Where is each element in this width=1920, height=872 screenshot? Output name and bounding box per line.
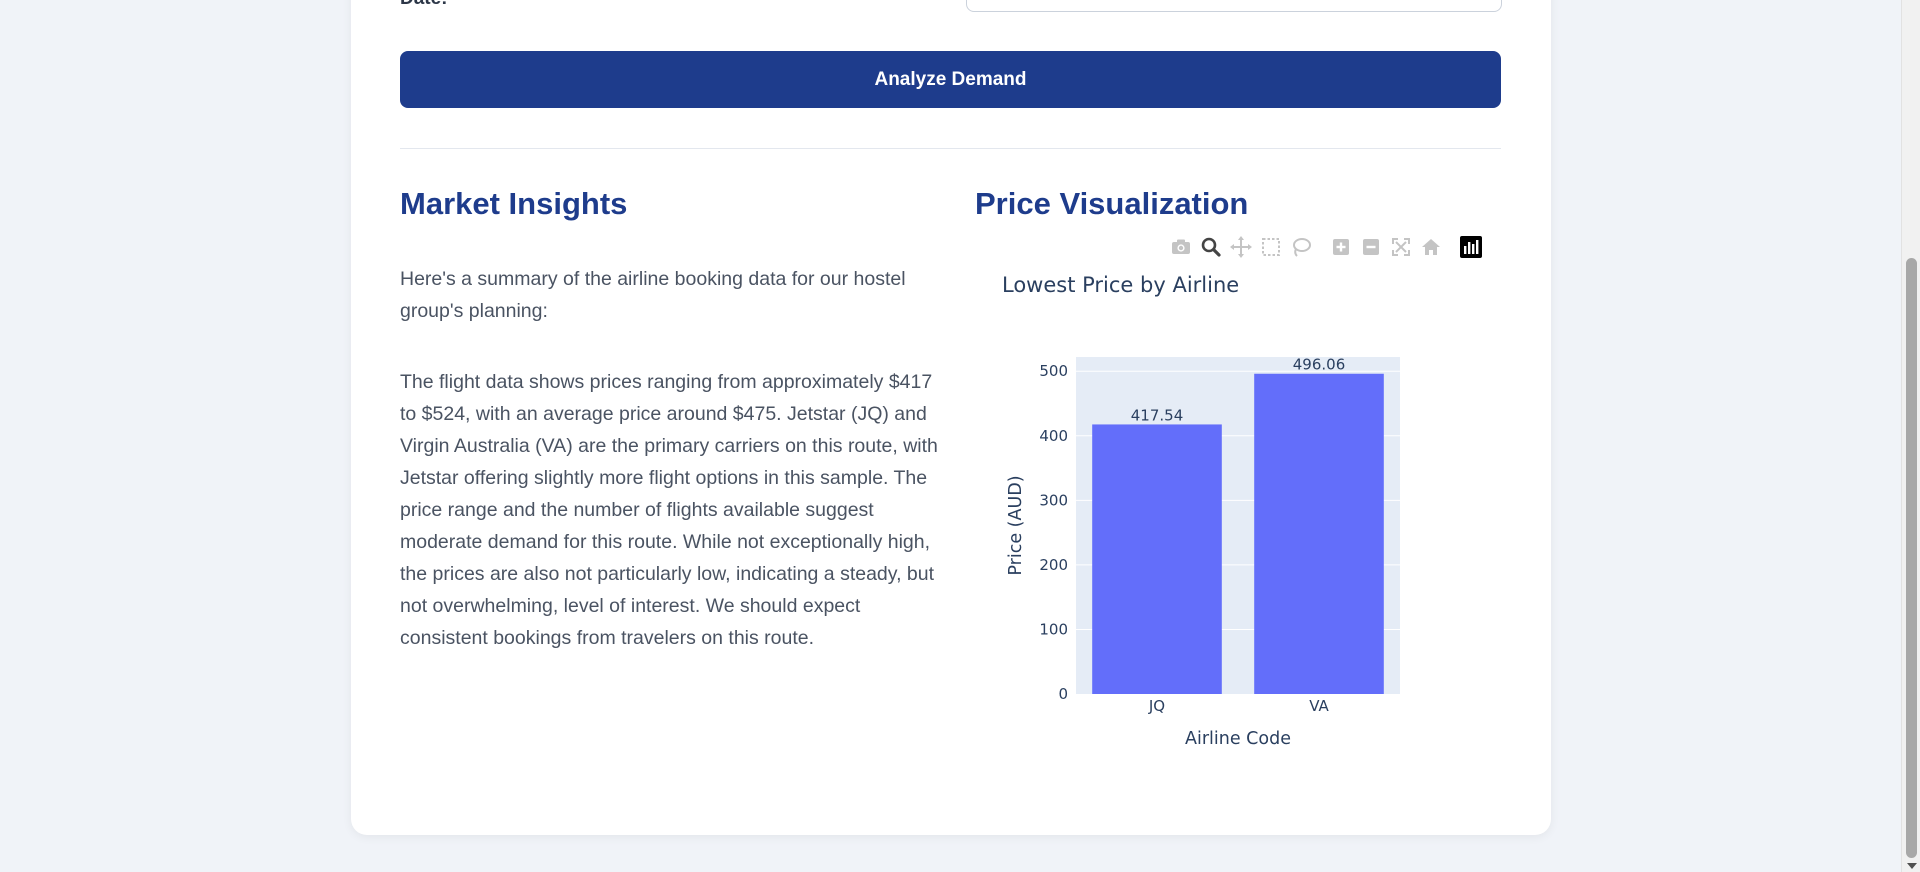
x-tick-label: VA bbox=[1309, 697, 1329, 715]
lasso-icon[interactable] bbox=[1290, 236, 1312, 258]
bar-jq bbox=[1092, 424, 1222, 694]
y-tick-label: 400 bbox=[1039, 427, 1068, 445]
insight-summary-body: The flight data shows prices ranging fro… bbox=[400, 371, 938, 649]
reset-axes-icon[interactable] bbox=[1420, 236, 1442, 258]
price-visualization-title: Price Visualization bbox=[975, 186, 1249, 221]
x-tick-label: JQ bbox=[1148, 697, 1165, 715]
bar-value-label: 417.54 bbox=[1131, 406, 1184, 424]
page-scrollbar[interactable] bbox=[1901, 0, 1920, 872]
analyze-demand-button[interactable]: Analyze Demand bbox=[400, 51, 1501, 108]
box-select-icon[interactable] bbox=[1260, 236, 1282, 258]
y-axis-ticks: 0 100 200 300 400 500 bbox=[1039, 362, 1068, 703]
y-axis-title: Price (AUD) bbox=[1006, 475, 1026, 575]
date-input[interactable] bbox=[966, 0, 1502, 12]
y-tick-label: 100 bbox=[1039, 620, 1068, 638]
pan-icon[interactable] bbox=[1230, 236, 1252, 258]
camera-icon[interactable] bbox=[1170, 236, 1192, 258]
chart-modebar bbox=[1170, 236, 1490, 260]
zoom-icon[interactable] bbox=[1200, 236, 1222, 258]
y-tick-label: 500 bbox=[1039, 362, 1068, 380]
zoom-in-icon[interactable] bbox=[1330, 236, 1352, 258]
x-axis-ticks: JQ VA bbox=[1148, 697, 1330, 715]
price-bar-chart: Lowest Price by Airline 0 100 200 300 400 500… bbox=[1002, 273, 1400, 749]
scroll-down-arrow-icon[interactable] bbox=[1907, 863, 1917, 869]
y-tick-label: 200 bbox=[1039, 556, 1068, 574]
autoscale-icon[interactable] bbox=[1390, 236, 1412, 258]
date-label: Date: bbox=[400, 0, 448, 10]
y-tick-label: 300 bbox=[1039, 491, 1068, 509]
bar-value-label: 496.06 bbox=[1293, 356, 1346, 374]
zoom-out-icon[interactable] bbox=[1360, 236, 1382, 258]
plotly-logo-icon[interactable] bbox=[1460, 236, 1482, 258]
insight-summary-intro: Here's a summary of the airline booking … bbox=[400, 268, 906, 322]
x-axis-title: Airline Code bbox=[1185, 729, 1291, 749]
bar-va bbox=[1254, 373, 1384, 694]
chart-title: Lowest Price by Airline bbox=[1002, 273, 1239, 297]
y-tick-label: 0 bbox=[1058, 685, 1068, 703]
section-divider bbox=[400, 148, 1501, 149]
scrollbar-thumb[interactable] bbox=[1906, 258, 1917, 858]
market-insights-title: Market Insights bbox=[400, 186, 628, 221]
